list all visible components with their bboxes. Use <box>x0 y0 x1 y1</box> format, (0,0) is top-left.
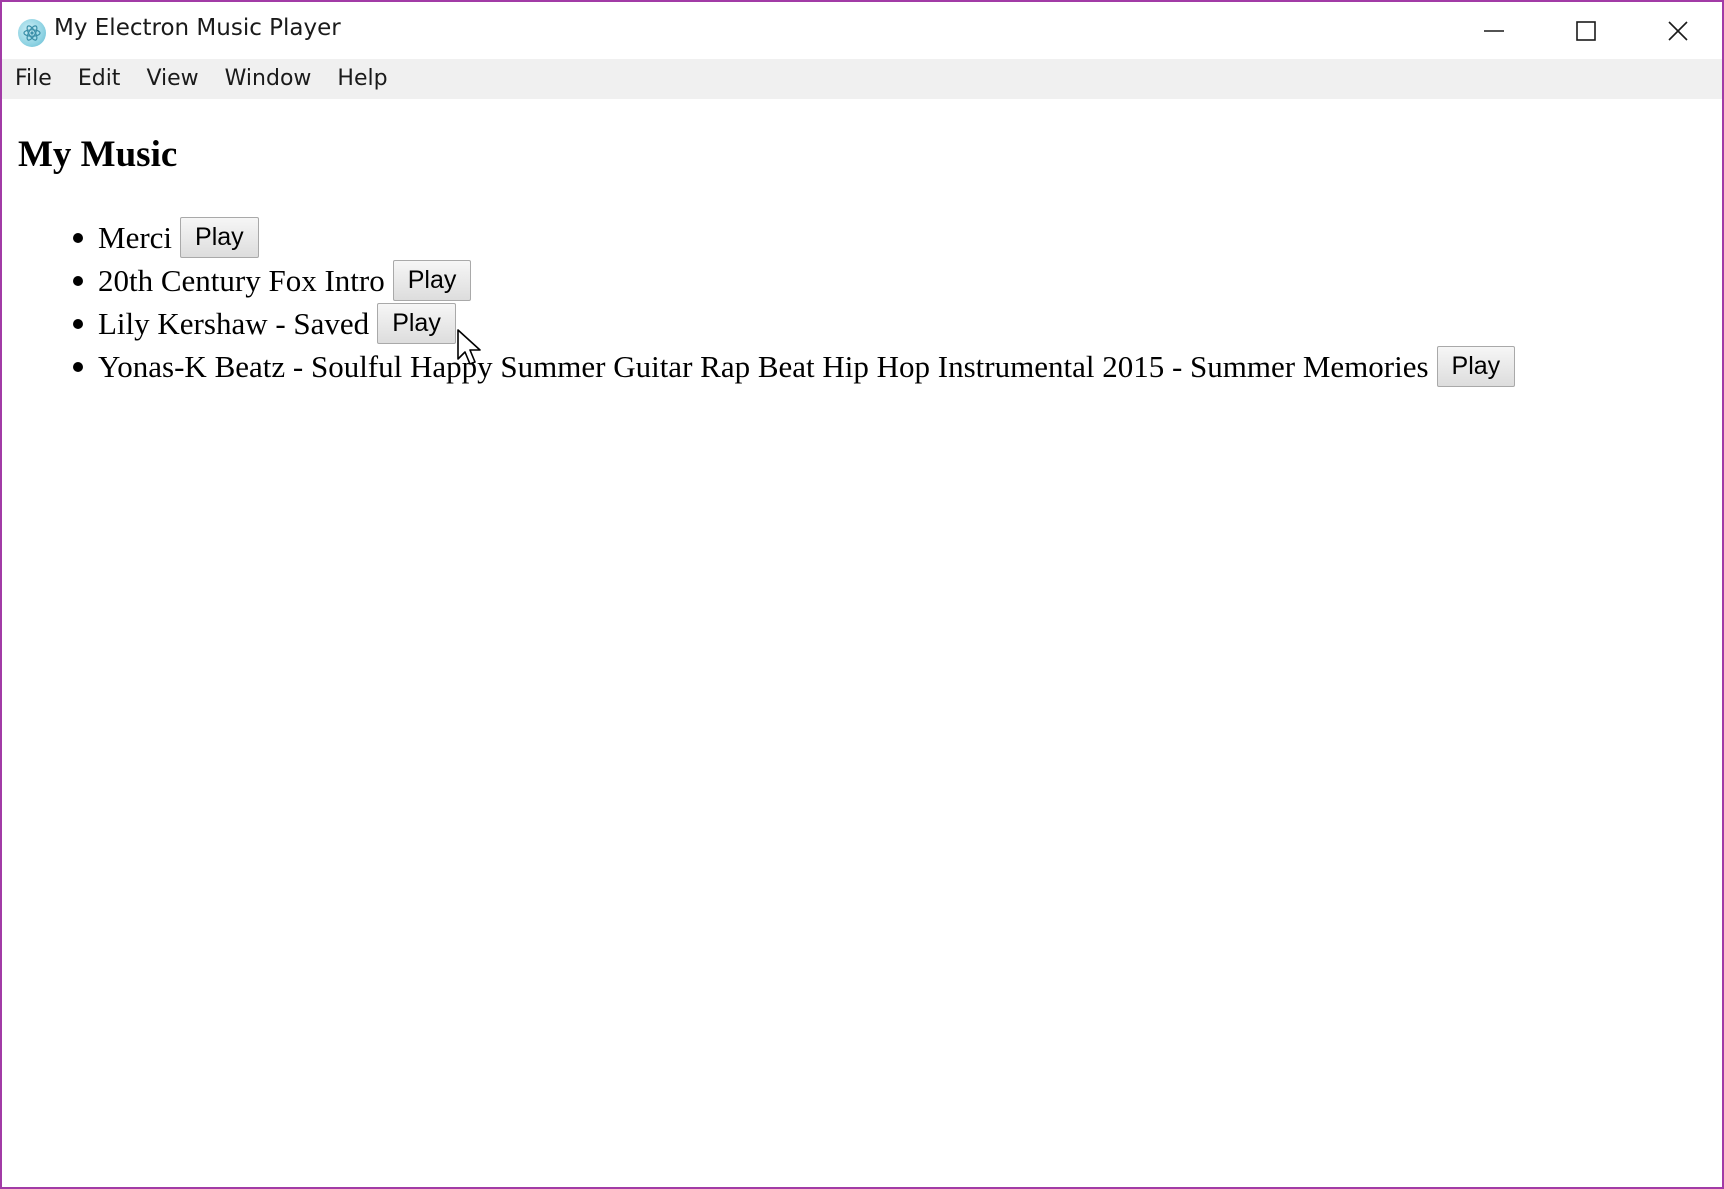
track-name: Merci <box>98 219 173 255</box>
track-item: Lily Kershaw - Saved Play <box>2 302 1515 345</box>
menu-edit[interactable]: Edit <box>65 59 134 99</box>
menu-window[interactable]: Window <box>212 59 325 99</box>
play-button[interactable]: Play <box>377 303 456 344</box>
menu-view[interactable]: View <box>133 59 211 99</box>
track-name: Yonas-K Beatz - Soulful Happy Summer Gui… <box>98 348 1429 384</box>
minimize-icon <box>1484 29 1504 32</box>
play-button[interactable]: Play <box>180 217 259 258</box>
bullet <box>73 318 83 329</box>
menu-file[interactable]: File <box>2 59 65 99</box>
track-name: Lily Kershaw - Saved <box>98 305 370 341</box>
window-title: My Electron Music Player <box>54 15 341 41</box>
track-name: 20th Century Fox Intro <box>98 262 385 298</box>
bullet <box>73 361 83 372</box>
page-content: My Music Merci Play 20th Century Fox Int… <box>2 99 1722 1187</box>
track-item: 20th Century Fox Intro Play <box>2 259 1515 302</box>
play-button[interactable]: Play <box>392 260 472 301</box>
play-button[interactable]: Play <box>1436 346 1516 387</box>
title-bar[interactable]: My Electron Music Player <box>2 2 1722 59</box>
close-button[interactable] <box>1632 2 1722 59</box>
track-item: Merci Play <box>2 216 1515 259</box>
minimize-button[interactable] <box>1448 2 1540 59</box>
maximize-button[interactable] <box>1540 2 1632 59</box>
app-window: My Electron Music Player File Edit View … <box>0 0 1724 1189</box>
electron-icon <box>18 19 46 47</box>
maximize-icon <box>1576 20 1596 41</box>
menu-bar: File Edit View Window Help <box>2 59 1722 99</box>
menu-help[interactable]: Help <box>324 59 400 99</box>
track-list: Merci Play 20th Century Fox Intro Play L… <box>2 216 1516 388</box>
track-item: Yonas-K Beatz - Soulful Happy Summer Gui… <box>2 345 1516 388</box>
bullet <box>73 275 83 286</box>
close-icon <box>1668 20 1688 41</box>
page-title: My Music <box>18 134 178 175</box>
bullet <box>73 232 83 243</box>
